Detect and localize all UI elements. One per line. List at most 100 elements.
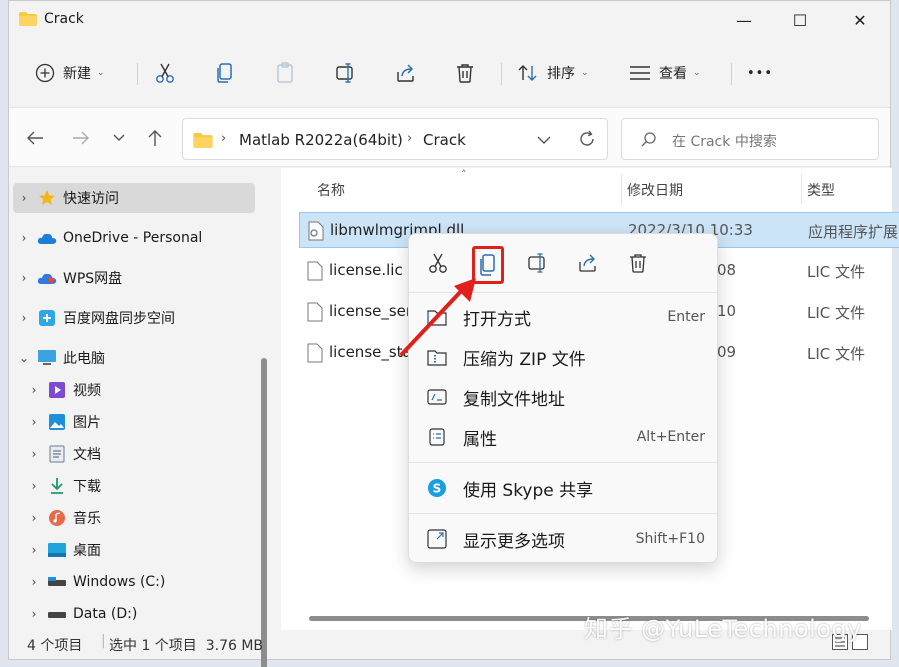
more-button[interactable]: •••: [747, 55, 773, 91]
paste-button[interactable]: [275, 55, 295, 91]
copy-button[interactable]: [215, 55, 235, 91]
chevron-right-icon[interactable]: ›: [23, 479, 45, 493]
arrow-up-icon: [148, 130, 162, 146]
selection-info: 选中 1 个项目 3.76 MB: [109, 638, 264, 654]
sort-button[interactable]: 排序 ⌄: [517, 55, 589, 91]
search-input[interactable]: 在 Crack 中搜索: [672, 131, 777, 151]
chevron-right-icon[interactable]: ›: [23, 511, 45, 525]
view-button[interactable]: 查看 ⌄: [629, 55, 701, 91]
dll-file-icon: [308, 221, 324, 245]
sidebar-item-this-pc[interactable]: ⌄ 此电脑: [13, 343, 255, 373]
divider: [501, 63, 502, 85]
sidebar-item-label: 视频: [73, 383, 101, 399]
menu-item-shortcut: Shift+F10: [635, 531, 705, 547]
document-icon: [47, 445, 67, 463]
menu-item-properties[interactable]: 属性 Alt+Enter: [427, 422, 705, 452]
context-rename-button[interactable]: [523, 248, 553, 278]
sidebar-item-label: Windows (C:): [73, 574, 166, 590]
file-type: LIC 文件: [807, 263, 866, 281]
minimize-button[interactable]: —: [721, 6, 767, 34]
menu-item-skype[interactable]: S 使用 Skype 共享: [427, 473, 705, 503]
copy-icon: [480, 254, 495, 276]
chevron-right-icon[interactable]: ›: [23, 575, 45, 589]
column-header-type[interactable]: 类型: [807, 180, 835, 200]
navigation-bar: › Matlab R2022a(64bit) › Crack 在 Crack 中…: [9, 107, 890, 167]
sidebar-item-desktop[interactable]: › 桌面: [23, 535, 265, 565]
sidebar-item-label: 此电脑: [63, 351, 105, 367]
menu-item-label: 属性: [463, 429, 497, 450]
chevron-right-icon[interactable]: ›: [23, 607, 45, 621]
column-header-date[interactable]: 修改日期: [627, 180, 683, 200]
column-divider[interactable]: [621, 174, 622, 204]
context-delete-button[interactable]: [623, 248, 653, 278]
address-dropdown-icon[interactable]: [537, 133, 551, 149]
chevron-right-icon[interactable]: ›: [23, 447, 45, 461]
music-icon: [47, 509, 67, 527]
more-options-icon: [427, 529, 447, 549]
breadcrumb-item[interactable]: Matlab R2022a(64bit): [239, 131, 403, 149]
chevron-right-icon[interactable]: ›: [13, 271, 35, 285]
column-divider[interactable]: [801, 174, 802, 204]
refresh-icon[interactable]: [577, 129, 597, 153]
search-icon: [640, 131, 658, 153]
sidebar-item-label: 文档: [73, 447, 101, 463]
maximize-button[interactable]: ☐: [777, 6, 823, 34]
sidebar-item-documents[interactable]: › 文档: [23, 439, 265, 469]
sidebar-item-drive-c[interactable]: › Windows (C:): [23, 567, 265, 597]
context-share-button[interactable]: [573, 248, 603, 278]
sidebar-scrollbar[interactable]: [261, 358, 267, 667]
delete-button[interactable]: [455, 55, 475, 91]
sidebar-item-label: WPS网盘: [63, 271, 123, 287]
wps-cloud-icon: [37, 269, 57, 287]
back-button[interactable]: [23, 126, 47, 150]
breadcrumb-item[interactable]: Crack: [423, 131, 466, 149]
sidebar-item-onedrive[interactable]: › OneDrive - Personal: [13, 223, 255, 253]
scissors-icon: [156, 63, 174, 83]
sidebar-item-downloads[interactable]: › 下载: [23, 471, 265, 501]
cut-button[interactable]: [155, 55, 175, 91]
chevron-down-icon: ⌄: [581, 68, 589, 78]
sidebar-item-music[interactable]: › 音乐: [23, 503, 265, 533]
view-label: 查看: [659, 66, 687, 82]
new-label: 新建: [63, 66, 91, 82]
chevron-right-icon[interactable]: ›: [13, 191, 35, 205]
rename-button[interactable]: [335, 55, 357, 91]
chevron-right-icon[interactable]: ›: [23, 383, 45, 397]
address-bar[interactable]: › Matlab R2022a(64bit) › Crack: [182, 118, 608, 160]
menu-item-more-options[interactable]: 显示更多选项 Shift+F10: [427, 524, 705, 554]
file-name: license.lic: [329, 261, 403, 279]
recent-locations-button[interactable]: [107, 126, 131, 150]
chevron-right-icon[interactable]: ›: [13, 231, 35, 245]
sidebar-item-wps[interactable]: › WPS网盘: [13, 263, 255, 293]
new-button[interactable]: 新建 ⌄: [35, 55, 105, 91]
file-date: 09: [717, 343, 737, 361]
sidebar-item-baidu[interactable]: › 百度网盘同步空间: [13, 303, 255, 333]
column-header-name[interactable]: 名称: [317, 180, 345, 200]
share-button[interactable]: [395, 55, 417, 91]
sidebar-item-pictures[interactable]: › 图片: [23, 407, 265, 437]
drive-icon: [47, 573, 67, 591]
file-icon: [307, 343, 323, 367]
command-bar: 新建 ⌄ 排序 ⌄ 查看 ⌄ •••: [9, 47, 890, 99]
search-box[interactable]: 在 Crack 中搜索: [621, 118, 879, 160]
up-button[interactable]: [143, 126, 167, 150]
rename-icon: [336, 63, 353, 83]
forward-button[interactable]: [69, 126, 93, 150]
chevron-down-icon: ⌄: [693, 68, 701, 78]
chevron-down-icon[interactable]: ⌄: [13, 351, 35, 365]
menu-item-label: 显示更多选项: [463, 531, 565, 552]
sidebar-item-videos[interactable]: › 视频: [23, 375, 265, 405]
chevron-right-icon[interactable]: ›: [23, 415, 45, 429]
menu-item-copy-path[interactable]: 复制文件地址: [427, 382, 705, 412]
sidebar-item-label: 百度网盘同步空间: [63, 311, 175, 327]
context-cut-button[interactable]: [423, 248, 453, 278]
breadcrumb-separator: ›: [407, 131, 413, 146]
close-button[interactable]: ✕: [837, 6, 883, 34]
chevron-right-icon[interactable]: ›: [13, 311, 35, 325]
sidebar-item-quick-access[interactable]: › 快速访问: [13, 183, 255, 213]
scissors-icon: [429, 253, 447, 273]
sidebar-item-drive-d[interactable]: › Data (D:): [23, 599, 265, 629]
divider: [137, 63, 138, 85]
menu-item-label: 使用 Skype 共享: [463, 480, 594, 501]
chevron-right-icon[interactable]: ›: [23, 543, 45, 557]
